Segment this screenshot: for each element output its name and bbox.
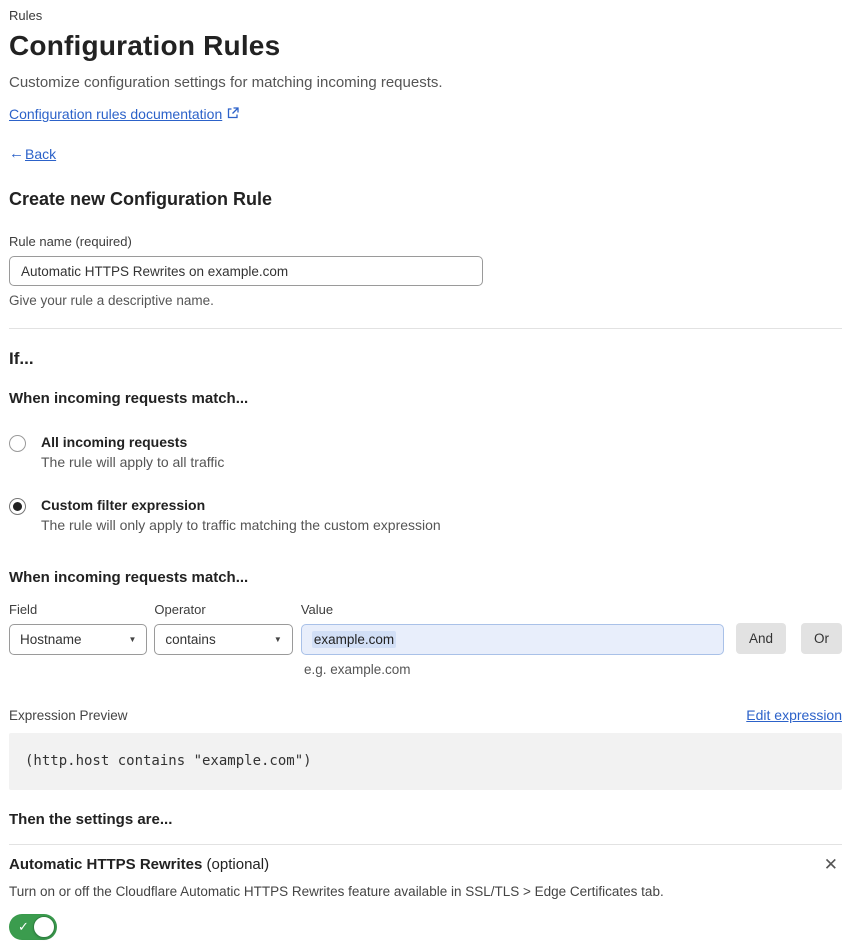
operator-select[interactable]: contains ▼ [154,624,293,655]
field-select[interactable]: Hostname ▼ [9,624,148,655]
external-link-icon [227,106,239,122]
documentation-link-row: Configuration rules documentation [9,106,842,122]
setting-description: Turn on or off the Cloudflare Automatic … [9,884,664,899]
radio-option-description: The rule will apply to all traffic [41,454,225,470]
chevron-down-icon: ▼ [273,635,282,644]
rule-name-help: Give your rule a descriptive name. [9,293,214,308]
radio-unselected-icon[interactable] [9,435,26,452]
radio-option-label: All incoming requests [41,434,188,450]
value-label: Value [300,602,334,617]
operator-select-value: contains [165,632,216,647]
operator-label: Operator [154,602,206,617]
close-icon[interactable]: ✕ [820,854,842,875]
page-title: Configuration Rules [9,30,281,61]
radio-option-description: The rule will only apply to traffic matc… [41,517,441,533]
setting-toggle[interactable]: ✓ [9,914,57,940]
radio-option-custom-filter[interactable]: Custom filter expression The rule will o… [9,497,842,533]
toggle-knob [33,916,55,938]
rule-name-label: Rule name (required) [9,234,132,249]
radio-option-all-requests[interactable]: All incoming requests The rule will appl… [9,434,842,470]
checkmark-icon: ✓ [18,919,29,934]
setting-name: Automatic HTTPS Rewrites [9,856,203,873]
setting-optional-label: (optional) [202,856,270,873]
value-input-text: example.com [311,631,397,648]
then-settings-heading: Then the settings are... [9,811,173,828]
back-link-row: ← Back [9,145,842,162]
expression-preview-code: (http.host contains "example.com") [9,733,842,790]
create-rule-heading: Create new Configuration Rule [9,189,273,209]
or-button[interactable]: Or [800,623,842,654]
expression-preview-header: Expression Preview Edit expression [9,707,842,723]
expression-builder-heading: When incoming requests match... [9,569,249,586]
rule-name-input[interactable] [9,256,483,286]
radio-option-label: Custom filter expression [41,497,206,513]
setting-divider [9,844,842,845]
radio-selected-icon[interactable] [9,498,26,515]
expression-preview-label: Expression Preview [9,708,128,723]
setting-header: Automatic HTTPS Rewrites (optional) ✕ [9,854,842,875]
value-input[interactable]: example.com [300,624,724,655]
value-example-help: e.g. example.com [304,662,411,677]
breadcrumb: Rules [9,8,43,23]
back-arrow-icon: ← [9,145,24,162]
back-link[interactable]: Back [25,146,56,162]
and-button[interactable]: And [735,623,786,654]
match-heading: When incoming requests match... [9,390,249,407]
edit-expression-link[interactable]: Edit expression [746,707,842,723]
expression-builder-row: Field Hostname ▼ Operator contains ▼ Val… [9,602,842,655]
chevron-down-icon: ▼ [128,635,137,644]
field-label: Field [9,602,38,617]
field-select-value: Hostname [20,632,82,647]
section-divider [9,328,842,329]
if-heading: If... [9,349,34,368]
documentation-link[interactable]: Configuration rules documentation [9,106,222,122]
page-subtitle: Customize configuration settings for mat… [9,74,443,91]
